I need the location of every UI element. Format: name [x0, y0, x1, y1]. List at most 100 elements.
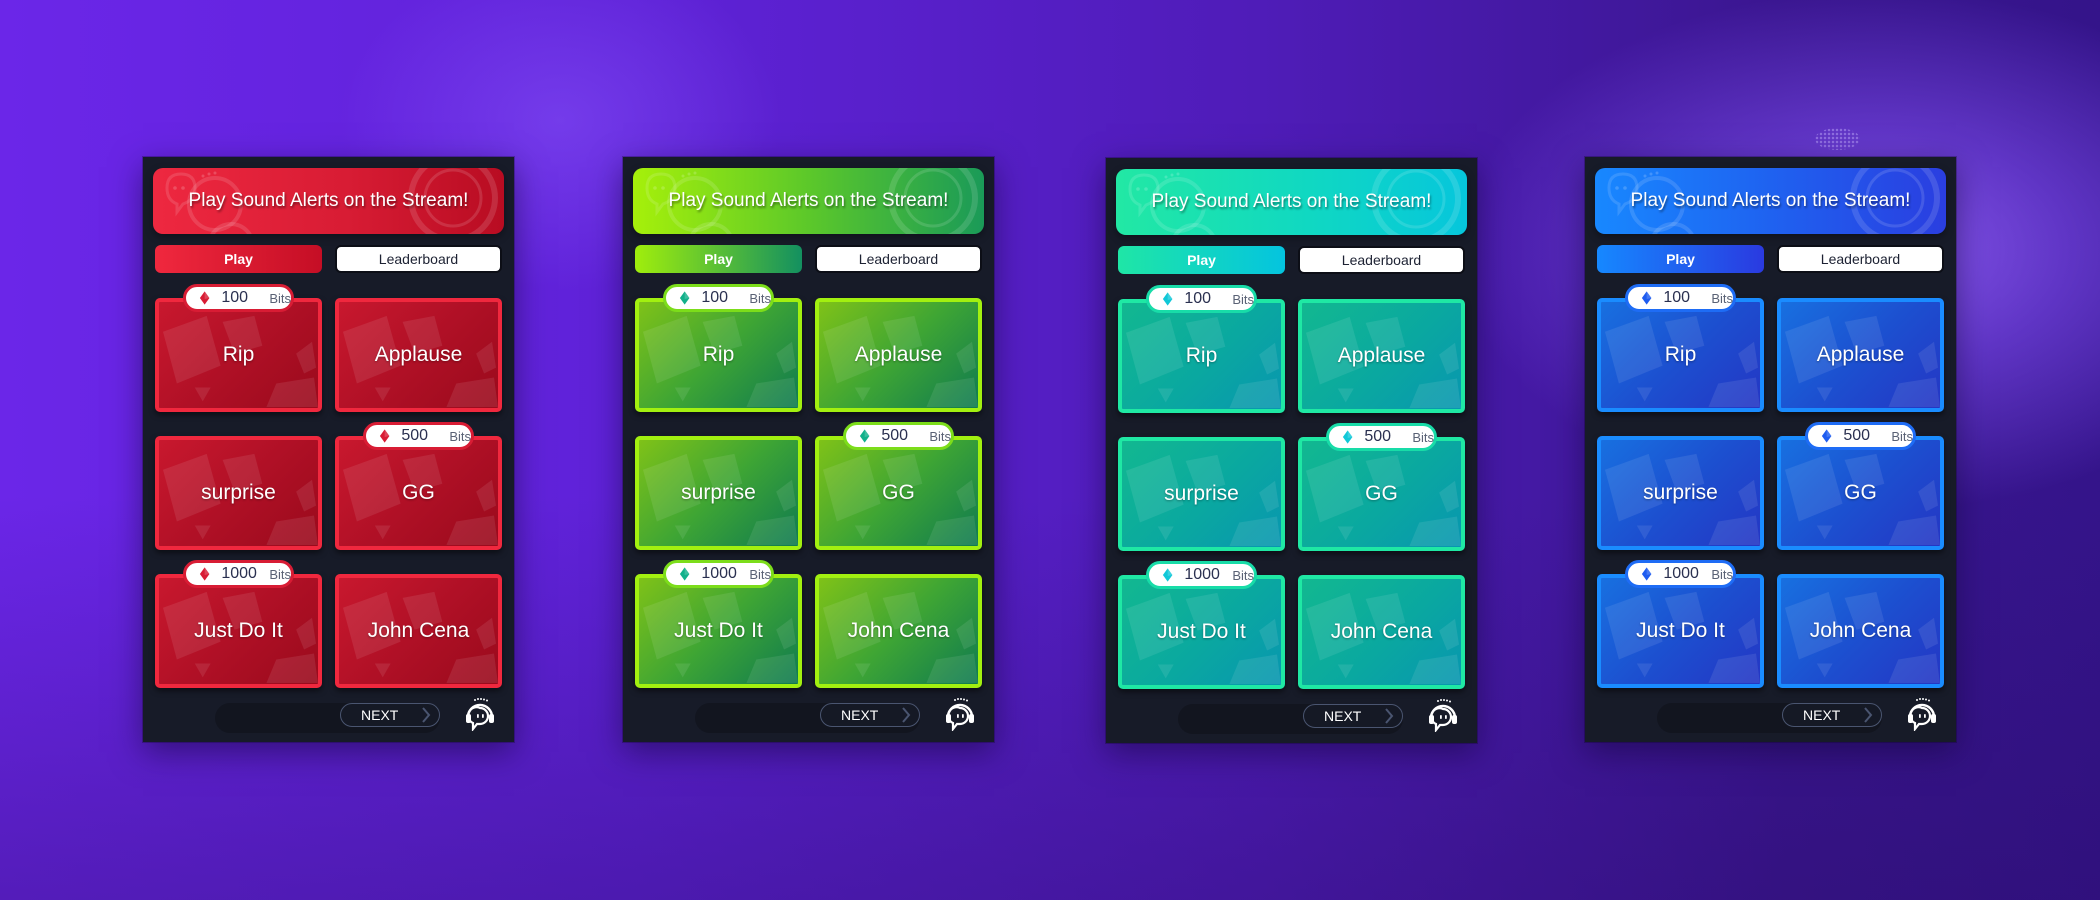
alert-tile[interactable]: GG	[1777, 436, 1944, 550]
tab-play[interactable]: Play	[155, 245, 322, 273]
alert-name: Rip	[702, 343, 735, 366]
bits-amount: 100	[1184, 290, 1212, 307]
bits-unit: Bits	[1891, 428, 1913, 444]
banner-title: Play Sound Alerts on the Stream!	[188, 190, 469, 211]
alert-tile[interactable]: surprise	[635, 436, 802, 550]
alert-tile[interactable]: Applause	[1298, 299, 1465, 413]
bits-amount: 1000	[1663, 565, 1699, 582]
bits-cost-badge: 500 Bits	[843, 422, 954, 450]
alert-name: GG	[1844, 481, 1877, 504]
tab-leaderboard[interactable]: Leaderboard	[1777, 245, 1944, 273]
bits-unit: Bits	[1711, 566, 1733, 582]
alert-tile[interactable]: surprise	[155, 436, 322, 550]
bits-cost-badge: 100 Bits	[663, 284, 774, 312]
bits-gem-icon	[1821, 429, 1832, 443]
bits-gem-icon	[199, 567, 210, 581]
bits-unit: Bits	[1711, 290, 1733, 306]
alert-name: surprise	[201, 481, 276, 504]
bits-amount: 500	[401, 427, 429, 444]
bits-cost-badge: 500 Bits	[1326, 423, 1437, 451]
bits-gem-icon	[679, 291, 690, 305]
sound-alerts-logo-icon[interactable]	[943, 697, 977, 731]
tab-play[interactable]: Play	[1597, 245, 1764, 273]
alert-tile[interactable]: surprise	[1118, 437, 1285, 551]
tab-play[interactable]: Play	[1118, 246, 1285, 274]
next-button[interactable]: NEXT	[820, 703, 920, 727]
next-label: NEXT	[361, 707, 399, 723]
bits-unit: Bits	[1412, 429, 1434, 445]
banner-title: Play Sound Alerts on the Stream!	[1151, 191, 1432, 212]
bits-cost-badge: 100 Bits	[183, 284, 294, 312]
bits-cost-badge: 1000 Bits	[183, 560, 294, 588]
next-button[interactable]: NEXT	[1782, 703, 1882, 727]
bits-gem-icon	[1162, 568, 1173, 582]
bits-amount: 100	[1663, 289, 1691, 306]
alert-tile[interactable]: Applause	[815, 298, 982, 412]
banner-title: Play Sound Alerts on the Stream!	[1630, 190, 1911, 211]
sound-alerts-logo-icon[interactable]	[463, 697, 497, 731]
tab-play-label: Play	[224, 251, 253, 267]
sound-alerts-panel-red: Play Sound Alerts on the Stream! Play Le…	[143, 157, 514, 742]
alert-tile[interactable]: John Cena	[1298, 575, 1465, 689]
alert-name: surprise	[1643, 481, 1718, 504]
sound-alerts-logo-icon[interactable]	[1426, 698, 1460, 732]
tab-play[interactable]: Play	[635, 245, 802, 273]
bits-cost-badge: 1000 Bits	[1146, 561, 1257, 589]
sound-alerts-logo-icon[interactable]	[1905, 697, 1939, 731]
tab-leaderboard-label: Leaderboard	[1820, 251, 1901, 267]
alert-tile[interactable]: GG	[1298, 437, 1465, 551]
alert-tile[interactable]: GG	[815, 436, 982, 550]
bits-amount: 500	[1843, 427, 1871, 444]
bits-unit: Bits	[1232, 567, 1254, 583]
alert-tile[interactable]: Just Do It	[635, 574, 802, 688]
alert-tile[interactable]: John Cena	[335, 574, 502, 688]
bits-amount: 1000	[221, 565, 257, 582]
alert-tile[interactable]: Applause	[1777, 298, 1944, 412]
alert-name: John Cena	[1330, 620, 1433, 643]
bits-cost-badge: 100 Bits	[1625, 284, 1736, 312]
alert-name: Rip	[222, 343, 255, 366]
alert-name: John Cena	[367, 619, 470, 642]
alert-name: surprise	[1164, 482, 1239, 505]
alert-name: Just Do It	[1157, 620, 1246, 643]
header-banner: Play Sound Alerts on the Stream!	[633, 168, 984, 234]
tab-leaderboard[interactable]: Leaderboard	[1298, 246, 1465, 274]
alert-tile[interactable]: John Cena	[815, 574, 982, 688]
alert-tile[interactable]: Just Do It	[1118, 575, 1285, 689]
tab-play-label: Play	[704, 251, 733, 267]
alert-tile[interactable]: Rip	[1118, 299, 1285, 413]
alert-tile[interactable]: Rip	[635, 298, 802, 412]
alert-name: Applause	[854, 343, 943, 366]
bits-gem-icon	[1162, 292, 1173, 306]
next-button[interactable]: NEXT	[1303, 704, 1403, 728]
tab-leaderboard[interactable]: Leaderboard	[335, 245, 502, 273]
alert-tile[interactable]: Applause	[335, 298, 502, 412]
bits-amount: 500	[881, 427, 909, 444]
tab-leaderboard-label: Leaderboard	[858, 251, 939, 267]
bits-gem-icon	[1641, 291, 1652, 305]
header-banner: Play Sound Alerts on the Stream!	[1116, 169, 1467, 235]
tab-leaderboard-label: Leaderboard	[1341, 252, 1422, 268]
header-banner: Play Sound Alerts on the Stream!	[153, 168, 504, 234]
alert-tile[interactable]: Rip	[155, 298, 322, 412]
alert-tile[interactable]: Rip	[1597, 298, 1764, 412]
next-label: NEXT	[1803, 707, 1841, 723]
alert-name: John Cena	[1809, 619, 1912, 642]
tab-leaderboard[interactable]: Leaderboard	[815, 245, 982, 273]
background-blob	[1815, 128, 1860, 150]
bits-amount: 100	[221, 289, 249, 306]
alert-name: GG	[1365, 482, 1398, 505]
tab-play-label: Play	[1187, 252, 1216, 268]
alert-name: Applause	[1337, 344, 1426, 367]
bits-unit: Bits	[749, 290, 771, 306]
alert-tile[interactable]: surprise	[1597, 436, 1764, 550]
bits-gem-icon	[1641, 567, 1652, 581]
alert-tile[interactable]: John Cena	[1777, 574, 1944, 688]
bits-amount: 500	[1364, 428, 1392, 445]
alert-tile[interactable]: GG	[335, 436, 502, 550]
tab-play-label: Play	[1666, 251, 1695, 267]
bits-unit: Bits	[1232, 291, 1254, 307]
alert-tile[interactable]: Just Do It	[1597, 574, 1764, 688]
next-button[interactable]: NEXT	[340, 703, 440, 727]
alert-tile[interactable]: Just Do It	[155, 574, 322, 688]
